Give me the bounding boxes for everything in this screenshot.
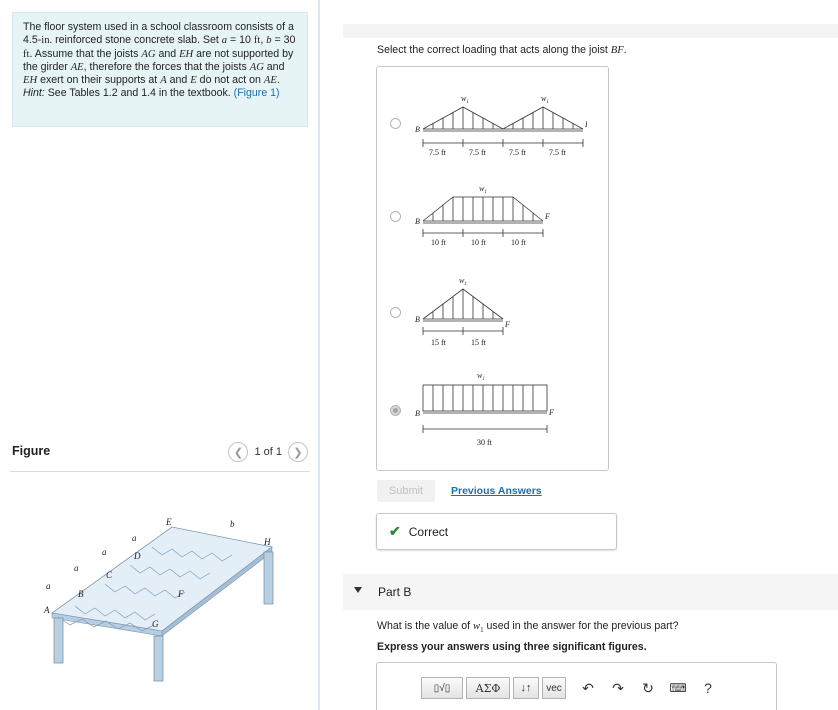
- option-radio-2[interactable]: [390, 211, 401, 222]
- math-toolbar: ▯√▯ ΑΣΦ ↓↑ vec ↶ ↷ ↻ ⌨ ?: [421, 677, 719, 699]
- undo-icon[interactable]: ↶: [577, 677, 599, 699]
- svg-text:10 ft: 10 ft: [431, 238, 447, 247]
- svg-text:w1: w1: [479, 184, 487, 195]
- svg-text:w1: w1: [459, 276, 467, 287]
- greek-symbols-button[interactable]: ΑΣΦ: [466, 677, 510, 699]
- svg-text:F: F: [544, 212, 550, 221]
- keyboard-icon[interactable]: ⌨: [667, 677, 689, 699]
- vector-button[interactable]: vec: [542, 677, 566, 699]
- svg-text:F: F: [548, 408, 554, 417]
- figure-label: C: [106, 570, 113, 580]
- chevron-left-icon[interactable]: ❮: [228, 442, 249, 462]
- part-a-header-bar: [343, 24, 838, 38]
- figure-label: F: [177, 589, 184, 599]
- svg-text:10 ft: 10 ft: [471, 238, 487, 247]
- loading-diagram-4: w1 B F 30 ft: [415, 371, 554, 447]
- check-icon: ✔: [389, 523, 401, 539]
- figure-label: a: [102, 547, 107, 557]
- figure-label: A: [43, 605, 50, 615]
- feedback-box: ✔ Correct: [376, 513, 617, 550]
- figure-title: Figure: [12, 444, 51, 458]
- svg-text:15 ft: 15 ft: [431, 338, 447, 347]
- reset-icon[interactable]: ↻: [637, 677, 659, 699]
- answer-editor: ▯√▯ ΑΣΦ ↓↑ vec ↶ ↷ ↻ ⌨ ?: [376, 662, 777, 710]
- loading-diagram-3: w1 B F 15 ft 15 ft: [415, 276, 510, 347]
- figure-label: a: [74, 563, 79, 573]
- svg-text:B: B: [415, 315, 420, 324]
- svg-text:15 ft: 15 ft: [471, 338, 487, 347]
- left-panel: The floor system used in a school classr…: [0, 0, 320, 710]
- svg-text:w1: w1: [477, 371, 485, 382]
- submit-button[interactable]: Submit: [377, 480, 435, 502]
- svg-text:7.5 ft: 7.5 ft: [549, 148, 567, 157]
- figure-label: B: [78, 589, 84, 599]
- svg-text:w1: w1: [461, 94, 469, 105]
- svg-text:F: F: [504, 320, 510, 329]
- svg-text:F: F: [584, 120, 587, 129]
- option-radio-3[interactable]: [390, 307, 401, 318]
- figure-label: b: [230, 519, 235, 529]
- problem-statement: The floor system used in a school classr…: [12, 12, 308, 127]
- previous-answers-link[interactable]: Previous Answers: [451, 485, 542, 497]
- part-a-question: Select the correct loading that acts alo…: [377, 44, 627, 56]
- figure-label: a: [46, 581, 51, 591]
- submit-row: Submit Previous Answers: [377, 480, 542, 502]
- floor-system-figure: E b H a D a C a B F a A G: [43, 517, 274, 682]
- part-b-header[interactable]: Part B: [343, 574, 838, 610]
- chevron-right-icon[interactable]: ❯: [288, 442, 308, 462]
- svg-text:B: B: [415, 217, 420, 226]
- svg-text:B: B: [415, 409, 420, 418]
- figure-pager: ❮ 1 of 1 ❯: [228, 442, 308, 462]
- collapse-triangle-icon[interactable]: [354, 587, 362, 593]
- arrows-button[interactable]: ↓↑: [513, 677, 539, 699]
- loading-diagram-1: w1 w1 B F 7.5 ft 7.5 ft 7.5 ft 7.5 ft: [415, 94, 587, 157]
- pager-text: 1 of 1: [254, 446, 282, 458]
- templates-button[interactable]: ▯√▯: [421, 677, 463, 699]
- figure-label: E: [165, 517, 172, 527]
- svg-text:7.5 ft: 7.5 ft: [429, 148, 447, 157]
- figure-header: Figure ❮ 1 of 1 ❯: [10, 440, 310, 472]
- help-icon[interactable]: ?: [697, 677, 719, 699]
- figure-label: D: [133, 551, 141, 561]
- part-b-title: Part B: [378, 585, 412, 599]
- figure-label: H: [263, 537, 271, 547]
- svg-text:10 ft: 10 ft: [511, 238, 527, 247]
- part-b-question: What is the value of w1 used in the answ…: [377, 620, 679, 635]
- svg-text:7.5 ft: 7.5 ft: [509, 148, 527, 157]
- svg-text:30 ft: 30 ft: [477, 438, 493, 447]
- option-radio-1[interactable]: [390, 118, 401, 129]
- figure-label: a: [132, 533, 137, 543]
- feedback-text: Correct: [408, 524, 449, 539]
- redo-icon[interactable]: ↷: [607, 677, 629, 699]
- option-radio-4[interactable]: [390, 405, 401, 416]
- loading-choices: w1 w1 B F 7.5 ft 7.5 ft 7.5 ft 7.5 ft w1…: [376, 66, 609, 471]
- part-b-instruction: Express your answers using three signifi…: [377, 641, 647, 653]
- loading-diagram-2: w1 B F 10 ft 10 ft 10 ft: [415, 184, 550, 247]
- figure-label: G: [152, 619, 159, 629]
- svg-text:B: B: [415, 125, 420, 134]
- figure-link[interactable]: (Figure 1): [234, 87, 280, 99]
- svg-text:w1: w1: [541, 94, 549, 105]
- svg-text:7.5 ft: 7.5 ft: [469, 148, 487, 157]
